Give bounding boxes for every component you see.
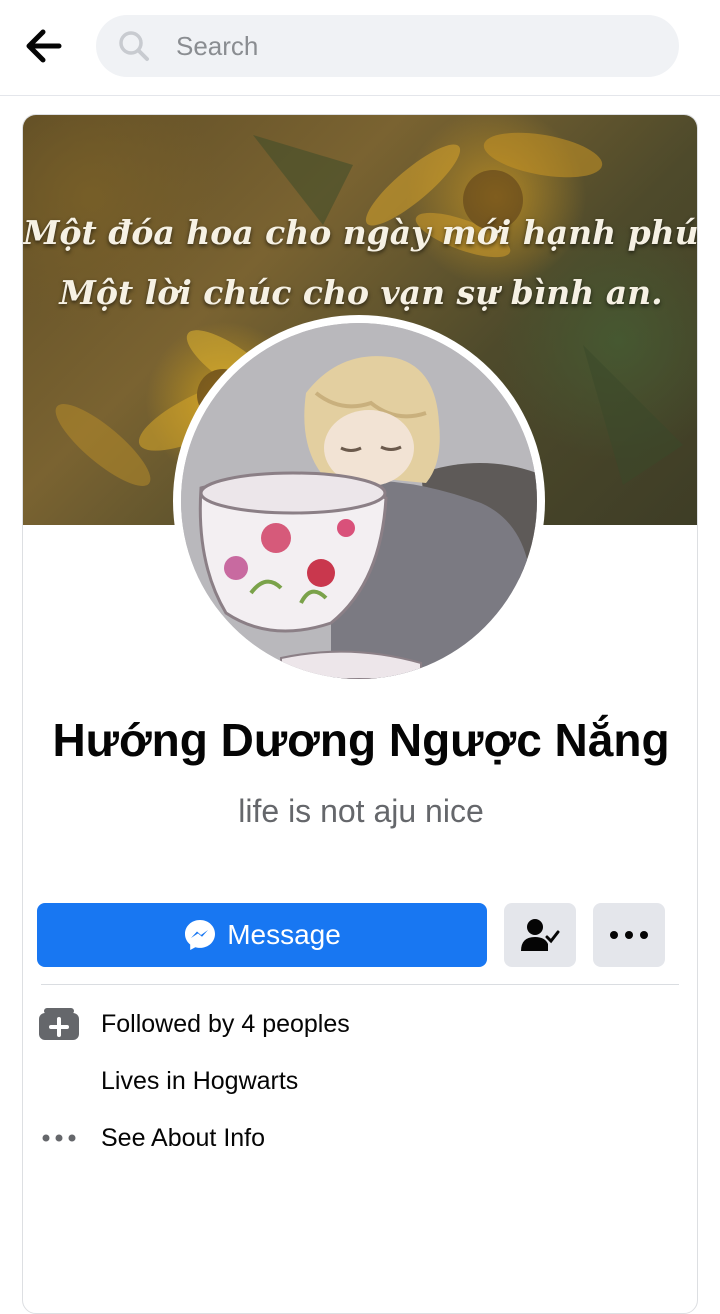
cover-caption-line1: Một đóa hoa cho ngày mới hạnh phúc: [23, 213, 698, 252]
search-bar[interactable]: [96, 15, 679, 77]
divider: [41, 984, 679, 985]
more-options-button[interactable]: [593, 903, 665, 967]
lives-in-row: Lives in Hogwarts: [37, 1061, 677, 1101]
see-about-info-row[interactable]: See About Info: [37, 1118, 677, 1158]
cover-caption-line2: Một lời chúc cho vạn sự bình an.: [59, 273, 663, 312]
search-icon: [116, 28, 152, 64]
lives-in-text: Lives in Hogwarts: [101, 1066, 299, 1095]
friend-status-button[interactable]: [504, 903, 576, 967]
followers-icon: [37, 1004, 81, 1044]
message-button-label: Message: [227, 919, 341, 950]
avatar-illustration: [181, 323, 537, 679]
message-button[interactable]: Message: [37, 903, 487, 967]
friend-check-icon: [521, 919, 560, 951]
profile-name: Hướng Dương Ngược Nắng: [52, 714, 670, 766]
more-dots-icon: [37, 1118, 81, 1158]
home-icon: [37, 1061, 81, 1101]
more-dots-icon: [610, 931, 648, 939]
followed-by-text: Followed by 4 peoples: [101, 1009, 350, 1038]
profile-picture[interactable]: [181, 323, 537, 679]
followed-by-row: Followed by 4 peoples: [37, 1004, 677, 1044]
see-about-info-text: See About Info: [101, 1123, 266, 1152]
profile-picture-frame[interactable]: [173, 315, 545, 687]
back-button[interactable]: [22, 26, 66, 66]
profile-card: Một đóa hoa cho ngày mới hạnh phúc Một l…: [22, 114, 698, 1314]
arrow-left-icon: [26, 29, 62, 63]
messenger-icon: [185, 920, 216, 950]
top-bar: [0, 0, 720, 96]
search-input[interactable]: [174, 29, 638, 63]
profile-bio: life is not aju nice: [238, 793, 484, 829]
